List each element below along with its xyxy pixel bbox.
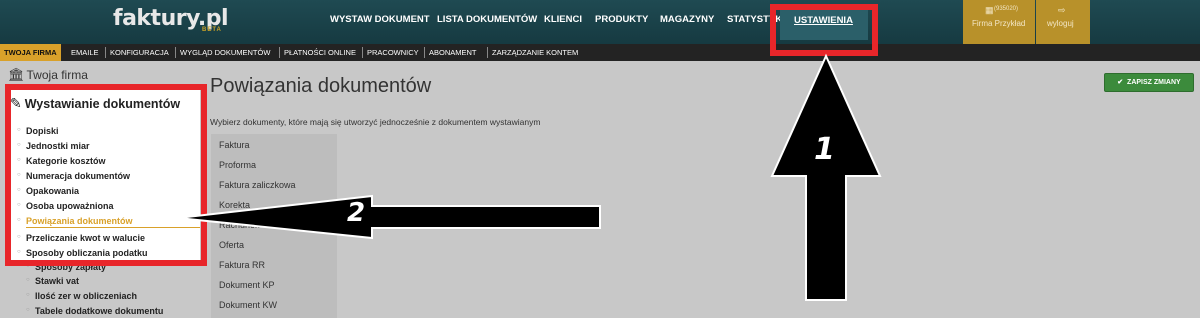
annotation-arrow-up xyxy=(770,53,882,301)
annotation-number-1: 1 xyxy=(814,132,835,167)
annotation-arrow-left xyxy=(177,194,601,240)
annotation-number-2: 2 xyxy=(347,198,366,228)
annotation-arrows xyxy=(177,53,882,301)
